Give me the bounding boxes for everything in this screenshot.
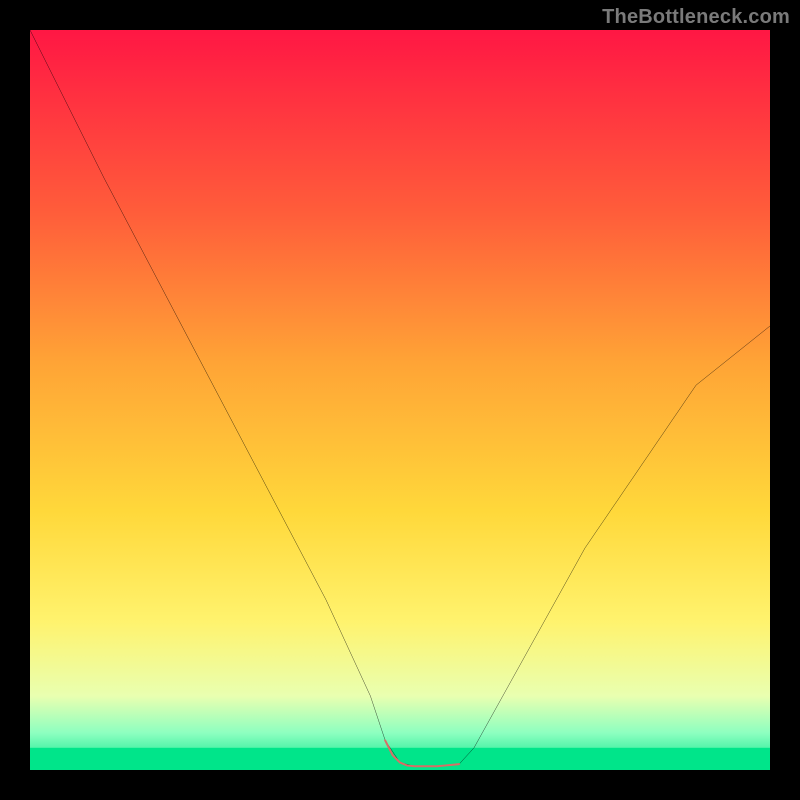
watermark-text: TheBottleneck.com bbox=[602, 6, 790, 29]
chart-stage: TheBottleneck.com bbox=[0, 0, 800, 800]
bottom-green-band bbox=[30, 748, 770, 770]
plot-background bbox=[30, 30, 770, 770]
bottleneck-chart bbox=[30, 30, 770, 770]
